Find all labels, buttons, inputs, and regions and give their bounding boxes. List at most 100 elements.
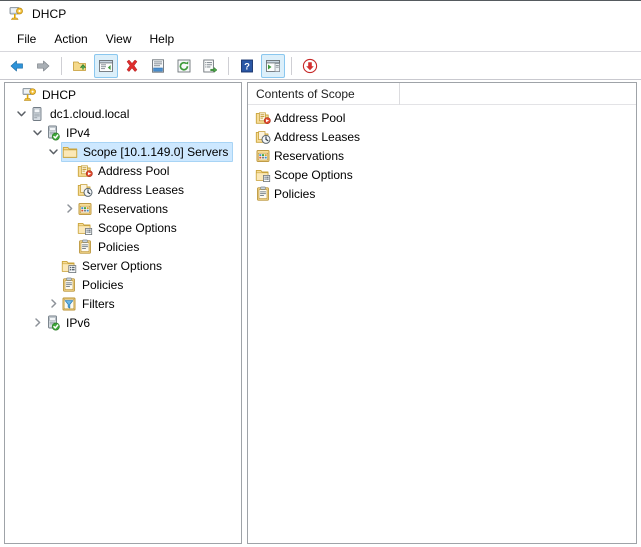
tree-item-address-pool[interactable]: Address Pool bbox=[5, 161, 241, 180]
tree-item-content[interactable]: Server Options bbox=[61, 257, 167, 275]
tree-item-content[interactable]: Policies bbox=[61, 276, 128, 294]
folder-icon bbox=[62, 144, 78, 160]
tree-item-label: Address Pool bbox=[98, 163, 170, 178]
menu-bar: File Action View Help bbox=[0, 27, 641, 52]
results-pane: Contents of Scope Address Pool Address Le… bbox=[247, 82, 637, 544]
filters-icon bbox=[61, 296, 77, 312]
list-item-reservations[interactable]: Reservations bbox=[248, 146, 636, 165]
tree-item-dc1-cloud-local[interactable]: dc1.cloud.local bbox=[5, 104, 241, 123]
dhcp-console-window: DHCP File Action View Help ? DHCP dc1.cl… bbox=[0, 0, 641, 547]
tree-item-label: DHCP bbox=[42, 87, 77, 102]
tree-item-label: IPv6 bbox=[66, 315, 91, 330]
tree-item-content[interactable]: Policies bbox=[77, 238, 144, 256]
menu-action[interactable]: Action bbox=[46, 30, 95, 49]
tree-item-content[interactable]: Address Leases bbox=[77, 181, 189, 199]
dhcp-root-icon bbox=[21, 87, 37, 103]
list-item-address-pool[interactable]: Address Pool bbox=[248, 108, 636, 127]
chevron-right-icon[interactable] bbox=[29, 314, 45, 332]
forward-button[interactable] bbox=[31, 54, 55, 78]
results-list: Address Pool Address Leases Reservations Sc… bbox=[248, 105, 636, 203]
properties-button[interactable] bbox=[146, 54, 170, 78]
menu-view[interactable]: View bbox=[98, 30, 140, 49]
list-item-address-leases[interactable]: Address Leases bbox=[248, 127, 636, 146]
tree-item-label: Address Leases bbox=[98, 182, 185, 197]
chevron-down-icon[interactable] bbox=[29, 124, 45, 142]
policies-icon bbox=[255, 186, 271, 202]
reservations-icon bbox=[255, 148, 271, 164]
tree-item-content[interactable]: Reservations bbox=[77, 200, 173, 218]
chevron-down-icon[interactable] bbox=[45, 143, 61, 161]
tree-item-ipv4[interactable]: IPv4 bbox=[5, 123, 241, 142]
tree-item-content[interactable]: IPv6 bbox=[45, 314, 95, 332]
column-header-blank[interactable] bbox=[400, 83, 636, 105]
tree-item-label: dc1.cloud.local bbox=[50, 106, 130, 121]
download-button[interactable] bbox=[298, 54, 322, 78]
menu-help[interactable]: Help bbox=[142, 30, 183, 49]
title-bar: DHCP bbox=[0, 1, 641, 27]
toolbar-separator-1 bbox=[61, 56, 62, 75]
toolbar-separator-3 bbox=[291, 56, 292, 75]
tree-item-content[interactable]: Scope Options bbox=[77, 219, 182, 237]
refresh-button[interactable] bbox=[172, 54, 196, 78]
tree-item-server-options[interactable]: Server Options bbox=[5, 256, 241, 275]
console-tree: DHCP dc1.cloud.local IPv4 Scope [10.1.149.0… bbox=[5, 83, 241, 332]
tree-item-dhcp[interactable]: DHCP bbox=[5, 85, 241, 104]
address-leases-icon bbox=[255, 129, 271, 145]
tree-item-label: Filters bbox=[82, 296, 115, 311]
chevron-down-icon[interactable] bbox=[13, 105, 29, 123]
tree-item-label: Reservations bbox=[98, 201, 169, 216]
tree-item-content[interactable]: Scope [10.1.149.0] Servers bbox=[61, 141, 234, 162]
menu-file[interactable]: File bbox=[9, 30, 44, 49]
tree-item-label: Policies bbox=[82, 277, 124, 292]
toolbar-separator-2 bbox=[228, 56, 229, 75]
server-ok-icon bbox=[45, 315, 61, 331]
tree-item-content[interactable]: dc1.cloud.local bbox=[29, 105, 134, 123]
tree-item-policies-scope[interactable]: Policies bbox=[5, 237, 241, 256]
tree-item-reservations[interactable]: Reservations bbox=[5, 199, 241, 218]
export-list-button[interactable] bbox=[198, 54, 222, 78]
content-area: DHCP dc1.cloud.local IPv4 Scope [10.1.149.0… bbox=[4, 82, 637, 544]
list-item-label: Address Leases bbox=[274, 129, 361, 144]
chevron-right-icon[interactable] bbox=[61, 200, 77, 218]
policies-icon bbox=[77, 239, 93, 255]
list-item-label: Reservations bbox=[274, 148, 345, 163]
column-header-contents-of-scope[interactable]: Contents of Scope bbox=[248, 83, 400, 105]
server-ok-icon bbox=[45, 125, 61, 141]
chevron-right-icon[interactable] bbox=[45, 295, 61, 313]
list-item-label: Policies bbox=[274, 186, 316, 201]
tree-item-ipv6[interactable]: IPv6 bbox=[5, 313, 241, 332]
tree-item-label: IPv4 bbox=[66, 125, 91, 140]
server-options-icon bbox=[61, 258, 77, 274]
tree-item-filters[interactable]: Filters bbox=[5, 294, 241, 313]
tree-item-policies-server[interactable]: Policies bbox=[5, 275, 241, 294]
list-column-header-row: Contents of Scope bbox=[248, 83, 636, 105]
delete-button[interactable] bbox=[120, 54, 144, 78]
dhcp-server-icon bbox=[8, 6, 24, 22]
back-button[interactable] bbox=[5, 54, 29, 78]
help-button[interactable]: ? bbox=[235, 54, 259, 78]
tree-item-content[interactable]: Filters bbox=[61, 295, 120, 313]
tree-item-content[interactable]: Address Pool bbox=[77, 162, 174, 180]
tree-item-label: Policies bbox=[98, 239, 140, 254]
tree-item-address-leases[interactable]: Address Leases bbox=[5, 180, 241, 199]
show-hide-console-tree-button[interactable] bbox=[94, 53, 118, 78]
window-title: DHCP bbox=[32, 7, 67, 21]
address-pool-icon bbox=[255, 110, 271, 126]
list-item-scope-options[interactable]: Scope Options bbox=[248, 165, 636, 184]
address-pool-icon bbox=[77, 163, 93, 179]
up-one-level-button[interactable] bbox=[68, 54, 92, 78]
tree-item-scope-options[interactable]: Scope Options bbox=[5, 218, 241, 237]
tree-item-content[interactable]: IPv4 bbox=[45, 124, 95, 142]
show-hide-action-pane-button[interactable] bbox=[261, 53, 285, 78]
list-item-label: Scope Options bbox=[274, 167, 353, 182]
list-item-label: Address Pool bbox=[274, 110, 346, 125]
tree-item-content[interactable]: DHCP bbox=[21, 86, 81, 104]
tree-item-label: Server Options bbox=[82, 258, 163, 273]
tree-item-scope-10-1-149-0-servers[interactable]: Scope [10.1.149.0] Servers bbox=[5, 141, 241, 162]
list-item-policies[interactable]: Policies bbox=[248, 184, 636, 203]
